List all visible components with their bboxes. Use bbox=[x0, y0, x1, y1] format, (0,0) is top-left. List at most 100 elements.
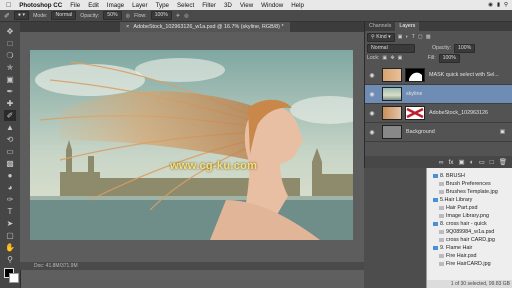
filter-type-icon[interactable]: T bbox=[412, 34, 415, 40]
pressure-opacity-icon[interactable]: ◎ bbox=[126, 13, 131, 19]
visibility-eye-icon[interactable]: ◉ bbox=[368, 129, 376, 136]
list-item[interactable]: 8. BRUSH bbox=[427, 172, 512, 180]
pen-tool-icon[interactable]: ✑ bbox=[4, 194, 16, 205]
list-item[interactable]: 9. Flame Hair bbox=[427, 244, 512, 252]
path-select-tool-icon[interactable]: ➤ bbox=[4, 218, 16, 229]
menu-app-name[interactable]: Photoshop CC bbox=[15, 2, 66, 9]
history-brush-tool-icon[interactable]: ⟲ bbox=[4, 134, 16, 145]
delete-layer-icon[interactable]: 🗑 bbox=[499, 158, 507, 166]
list-item[interactable]: 8. cross hair - quick bbox=[427, 220, 512, 228]
filter-adjust-icon[interactable]: ◐ bbox=[406, 34, 409, 40]
tab-channels[interactable]: Channels bbox=[365, 22, 395, 31]
clone-stamp-tool-icon[interactable]: ▲ bbox=[4, 122, 16, 133]
type-tool-icon[interactable]: T bbox=[4, 206, 16, 217]
desktop-background bbox=[364, 168, 426, 288]
list-item[interactable]: Image Library.png bbox=[427, 212, 512, 220]
menu-window[interactable]: Window bbox=[257, 2, 287, 9]
menu-3d[interactable]: 3D bbox=[220, 2, 236, 9]
apple-icon[interactable]:  bbox=[0, 2, 15, 9]
layer-row[interactable]: ◉ skyline bbox=[365, 85, 512, 104]
menu-select[interactable]: Select bbox=[173, 2, 198, 9]
brush-tool-icon[interactable]: ✐ bbox=[4, 110, 16, 121]
filter-smart-icon[interactable]: ▩ bbox=[426, 34, 431, 40]
menu-file[interactable]: File bbox=[66, 2, 84, 9]
layer-row[interactable]: ◉ AdobeStock_102963126 bbox=[365, 104, 512, 123]
menu-help[interactable]: Help bbox=[287, 2, 308, 9]
brush-tool-preset-icon[interactable]: ✐ bbox=[4, 12, 10, 20]
mode-select[interactable]: Normal bbox=[51, 11, 77, 20]
filter-pixel-icon[interactable]: ▣ bbox=[398, 34, 403, 40]
battery-icon[interactable]: ▮ bbox=[497, 2, 500, 8]
search-icon[interactable]: ⚲ bbox=[504, 2, 508, 8]
layer-mask-thumbnail[interactable] bbox=[405, 106, 425, 120]
layer-name: Background bbox=[406, 129, 435, 135]
crop-tool-icon[interactable]: ▣ bbox=[4, 74, 16, 85]
quick-select-tool-icon[interactable]: ✯ bbox=[4, 62, 16, 73]
flow-field[interactable]: 100% bbox=[150, 11, 172, 20]
lock-all-icon[interactable]: ▣ bbox=[398, 55, 403, 61]
menu-layer[interactable]: Layer bbox=[128, 2, 151, 9]
airbrush-icon[interactable]: ✈ bbox=[176, 13, 180, 19]
menu-edit[interactable]: Edit bbox=[84, 2, 103, 9]
add-mask-icon[interactable]: ▣ bbox=[459, 158, 465, 166]
layer-style-icon[interactable]: fx bbox=[448, 159, 453, 166]
link-layers-icon[interactable]: ∞ bbox=[439, 159, 444, 166]
marquee-tool-icon[interactable]: □ bbox=[4, 38, 16, 49]
pressure-size-icon[interactable]: ◎ bbox=[184, 13, 189, 19]
new-group-icon[interactable]: ▭ bbox=[479, 158, 485, 166]
list-item[interactable]: Brushes Template.jpg bbox=[427, 188, 512, 196]
healing-brush-tool-icon[interactable]: ✚ bbox=[4, 98, 16, 109]
lock-pixels-icon[interactable]: ▣ bbox=[382, 55, 387, 61]
blend-opacity-row: Normal Opacity: 100% bbox=[367, 43, 511, 53]
file-icon bbox=[439, 213, 444, 218]
eraser-tool-icon[interactable]: ▭ bbox=[4, 146, 16, 157]
list-item[interactable]: Fire HairCARD.jpg bbox=[427, 260, 512, 268]
blend-mode-select[interactable]: Normal bbox=[367, 43, 415, 53]
layer-mask-thumbnail[interactable] bbox=[405, 68, 425, 82]
list-item[interactable]: 9Q089984_w1a.psd bbox=[427, 228, 512, 236]
layer-thumbnail bbox=[382, 125, 402, 139]
filter-shape-icon[interactable]: ▢ bbox=[418, 34, 423, 40]
list-item[interactable]: 5.Hair Library bbox=[427, 196, 512, 204]
list-item[interactable]: Brush Preferences bbox=[427, 180, 512, 188]
dodge-tool-icon[interactable]: ◕ bbox=[4, 182, 16, 193]
list-item[interactable]: cross hair CARD.jpg bbox=[427, 236, 512, 244]
eyedropper-tool-icon[interactable]: ✒ bbox=[4, 86, 16, 97]
doc-size-readout[interactable]: Doc: 41.8M/371.9M bbox=[34, 263, 78, 269]
layer-thumbnail bbox=[382, 106, 402, 120]
gradient-tool-icon[interactable]: ▩ bbox=[4, 158, 16, 169]
new-layer-icon[interactable]: □ bbox=[490, 159, 494, 166]
layer-row[interactable]: ◉ Background ▣ bbox=[365, 123, 512, 142]
document-canvas[interactable] bbox=[30, 50, 353, 240]
adjustment-layer-icon[interactable]: ◐ bbox=[470, 159, 474, 166]
blur-tool-icon[interactable]: ● bbox=[4, 170, 16, 181]
menu-image[interactable]: Image bbox=[103, 2, 128, 9]
hand-tool-icon[interactable]: ✋ bbox=[4, 242, 16, 253]
layer-opacity-field[interactable]: 100% bbox=[454, 43, 476, 53]
document-tab[interactable]: × AdobeStock_102963126_w1a.psd @ 16.7% (… bbox=[120, 22, 290, 32]
zoom-tool-icon[interactable]: ⚲ bbox=[4, 254, 16, 265]
menu-filter[interactable]: Filter bbox=[198, 2, 220, 9]
background-color-swatch[interactable] bbox=[9, 273, 19, 283]
menu-view[interactable]: View bbox=[236, 2, 257, 9]
menu-type[interactable]: Type bbox=[152, 2, 173, 9]
opacity-field[interactable]: 50% bbox=[103, 11, 122, 20]
visibility-eye-icon[interactable]: ◉ bbox=[368, 110, 376, 117]
shape-tool-icon[interactable]: ▢ bbox=[4, 230, 16, 241]
move-tool-icon[interactable]: ✥ bbox=[4, 26, 16, 37]
lock-position-icon[interactable]: ✥ bbox=[390, 55, 394, 61]
layer-fill-field[interactable]: 100% bbox=[438, 53, 460, 63]
document-tab-close-icon[interactable]: × bbox=[126, 24, 129, 30]
list-item[interactable]: Hair Part.psd bbox=[427, 204, 512, 212]
tab-layers[interactable]: Layers bbox=[395, 22, 420, 31]
visibility-eye-icon[interactable]: ◉ bbox=[368, 72, 376, 79]
list-item[interactable]: Fire Hair.psd bbox=[427, 252, 512, 260]
menubar-status-icons: ◉ ▮ ⚲ bbox=[488, 0, 508, 10]
lasso-tool-icon[interactable]: ❍ bbox=[4, 50, 16, 61]
filter-kind-select[interactable]: ⚲ Kind ▾ bbox=[367, 32, 395, 42]
brush-size-picker[interactable]: ● ▾ bbox=[13, 11, 30, 20]
layer-row[interactable]: ◉ MASK quick select with Sel... bbox=[365, 66, 512, 85]
layer-thumbnail bbox=[382, 87, 402, 101]
visibility-eye-icon[interactable]: ◉ bbox=[368, 91, 376, 98]
wifi-icon[interactable]: ◉ bbox=[488, 2, 493, 8]
